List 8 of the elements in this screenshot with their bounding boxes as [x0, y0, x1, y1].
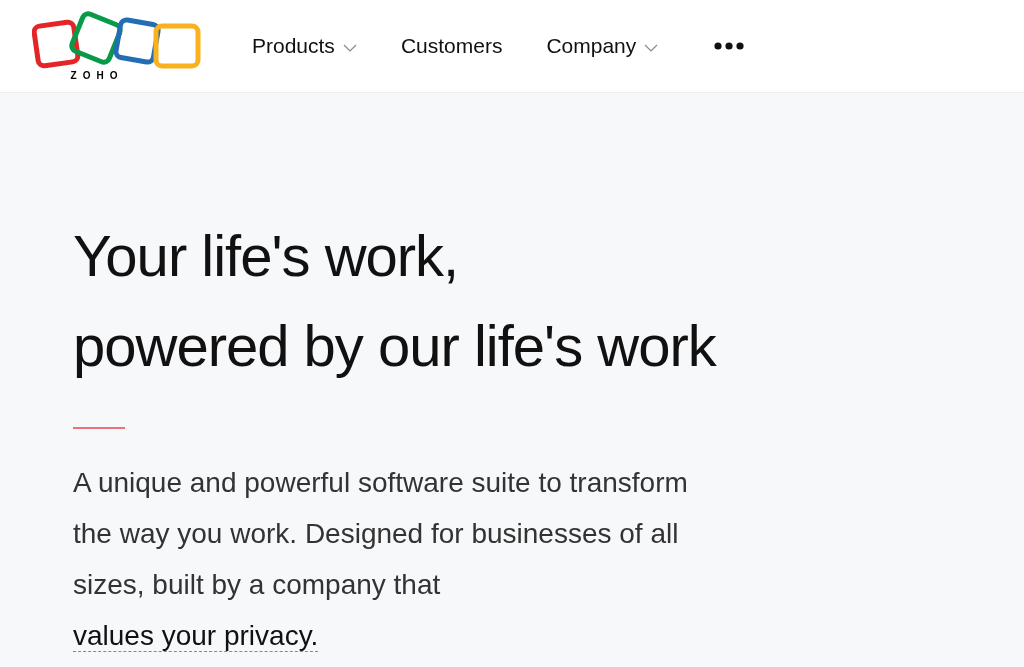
hero-description: A unique and powerful software suite to transform the way you work. Designed for businesses of all sizes, built by a company that values your privacy. [73, 466, 689, 654]
nav-link[interactable]: Products [252, 30, 357, 62]
more-icon[interactable] [714, 42, 745, 50]
hero-headline: Your life's work, powered by our life's work [73, 222, 718, 380]
nav-link[interactable]: Customers [400, 30, 503, 62]
privacy-link[interactable]: values your privacy. [73, 620, 319, 652]
zoho-logo[interactable]: ZOHO [32, 9, 202, 83]
nav-link[interactable]: Company [546, 30, 659, 62]
